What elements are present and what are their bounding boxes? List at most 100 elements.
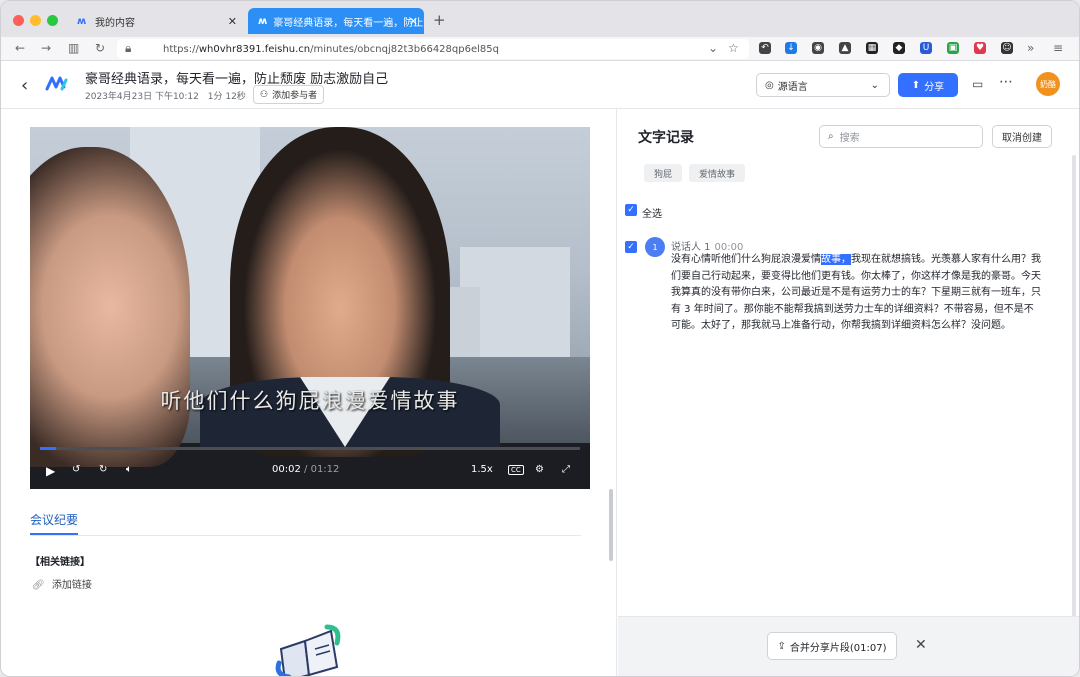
meeting-meta: 2023年4月23日 下午10:12 1分 12秒 xyxy=(85,89,246,102)
browser-tab-my-content[interactable]: ʍ 我的内容 ✕ xyxy=(67,8,243,34)
forward-15-icon[interactable]: ↻ xyxy=(99,464,107,475)
extension-face-icon[interactable]: ☺ xyxy=(1001,42,1013,54)
meeting-date: 2023年4月23日 下午10:12 xyxy=(85,92,199,102)
chevron-down-icon[interactable]: ⌄ xyxy=(708,41,718,55)
video-subtitle: 听他们什么狗屁浪漫爱情故事 xyxy=(160,389,460,413)
lock-icon: 🔒︎ xyxy=(125,41,132,55)
page-title: 豪哥经典语录，每天看一遍，防止颓废 励志激励自己 xyxy=(85,72,389,87)
paragraph-checkbox[interactable]: ✓ xyxy=(625,241,637,253)
merge-share-clips-button[interactable]: ⇪ 合并分享片段(01:07) xyxy=(767,632,897,660)
left-scrollbar[interactable] xyxy=(609,489,613,561)
meeting-duration: 1分 12秒 xyxy=(207,92,246,102)
add-participant-button[interactable]: ⚇ 添加参与者 xyxy=(253,85,325,104)
share-icon: ⬆ xyxy=(911,79,921,91)
language-icon: ◎ xyxy=(765,79,774,91)
extension-grid-icon[interactable]: ▦ xyxy=(866,42,878,54)
navigation-bar: ← → ▥ ↻ https://wh0vhr8391.feishu.cn/min… xyxy=(1,37,1079,61)
captions-icon[interactable]: CC xyxy=(508,465,524,475)
search-placeholder: 搜索 xyxy=(839,133,860,144)
add-participant-label: 添加参与者 xyxy=(272,91,318,101)
feishu-minutes-logo-icon xyxy=(45,76,68,91)
share-button[interactable]: ⬆ 分享 xyxy=(898,73,958,97)
download-icon[interactable]: ↓ xyxy=(785,42,797,54)
browser-window: ʍ 我的内容 ✕ ʍ 豪哥经典语录，每天看一遍，防止颓废 励志激励自己 ✕ + … xyxy=(0,0,1080,677)
url-host: wh0vhr8391.feishu.cn xyxy=(198,43,311,55)
language-select-value: 源语言 xyxy=(777,81,808,93)
select-all-label: 全选 xyxy=(642,209,662,220)
feishu-minutes-icon: ʍ xyxy=(258,16,268,27)
right-scrollbar[interactable] xyxy=(1072,155,1076,617)
transcript-segment: 我现在就想搞钱。光羡慕人家有什么用？我们要自己行动起来，要变得比他们更有钱。你太… xyxy=(671,254,1041,331)
transcript-text[interactable]: 没有心情听他们什么狗屁浪漫爱情故事，我现在就想搞钱。光羡慕人家有什么用？我们要自… xyxy=(671,252,1041,335)
rocket-icon[interactable]: ▲ xyxy=(839,42,851,54)
left-panel: 听他们什么狗屁浪漫爱情故事 ▶ ↺ ↻ 🔈︎ 00:02 / 01:12 1.5… xyxy=(1,109,617,676)
more-extensions-icon[interactable]: » xyxy=(1027,41,1034,55)
zoom-window-button[interactable] xyxy=(47,15,58,26)
tab-bar: ʍ 我的内容 ✕ ʍ 豪哥经典语录，每天看一遍，防止颓废 励志激励自己 ✕ + xyxy=(1,1,1079,37)
rewind-15-icon[interactable]: ↺ xyxy=(72,464,80,475)
sidebar-icon[interactable]: ▥ xyxy=(68,41,79,55)
language-select[interactable]: ◎ 源语言 ⌄ xyxy=(756,73,890,97)
fullscreen-icon[interactable]: ⤢ xyxy=(562,464,570,475)
search-icon: ⌕ xyxy=(828,131,834,142)
notebook-illustration xyxy=(275,624,341,676)
tab-divider xyxy=(30,535,581,536)
transcript-title: 文字记录 xyxy=(638,130,694,146)
user-avatar[interactable]: 奶酪 xyxy=(1036,72,1060,96)
video-progress-fill xyxy=(40,447,57,450)
add-link-button[interactable]: 🔗︎ 添加链接 xyxy=(32,576,92,591)
close-window-button[interactable] xyxy=(13,15,24,26)
share-label: 分享 xyxy=(924,81,945,93)
person-add-icon: ⚇ xyxy=(260,89,269,100)
back-arrow-icon[interactable]: ← xyxy=(15,41,25,55)
tab-label: 豪哥经典语录，每天看一遍，防止颓废 励志激励自己 xyxy=(273,17,424,29)
play-icon[interactable]: ▶ xyxy=(46,464,55,478)
close-tab-icon[interactable]: ✕ xyxy=(409,15,418,28)
tab-meeting-minutes[interactable]: 会议纪要 xyxy=(30,511,78,528)
volume-icon[interactable]: 🔈︎ xyxy=(126,464,132,475)
reload-icon[interactable]: ↻ xyxy=(95,41,105,55)
share-footer: ⇪ 合并分享片段(01:07) ✕ xyxy=(618,616,1079,676)
back-chevron-icon[interactable]: ‹ xyxy=(21,75,28,96)
playback-speed-button[interactable]: 1.5x xyxy=(471,464,493,475)
new-tab-icon[interactable]: + xyxy=(433,11,446,29)
cancel-create-button[interactable]: 取消创建 xyxy=(992,125,1052,148)
close-icon[interactable]: ✕ xyxy=(915,637,927,653)
video-player[interactable]: 听他们什么狗屁浪漫爱情故事 ▶ ↺ ↻ 🔈︎ 00:02 / 01:12 1.5… xyxy=(30,127,590,489)
transcript-panel: 文字记录 ⌕ 搜索 取消创建 狗屁 爱情故事 ✓ 全选 ✓ 1 说话人 1 00:… xyxy=(618,109,1079,676)
settings-gear-icon[interactable]: ⚙ xyxy=(535,464,544,475)
address-bar[interactable]: https://wh0vhr8391.feishu.cn/minutes/obc… xyxy=(117,39,749,59)
merge-share-label: 合并分享片段(01:07) xyxy=(789,642,887,654)
forward-arrow-icon[interactable]: → xyxy=(41,41,51,55)
link-icon: 🔗︎ xyxy=(32,580,45,591)
pocket-icon[interactable]: ♥ xyxy=(974,42,986,54)
keyword-tag[interactable]: 爱情故事 xyxy=(689,164,746,182)
extension-undo-icon[interactable]: ↶ xyxy=(759,42,771,54)
keyword-tag[interactable]: 狗屁 xyxy=(644,164,683,182)
search-input[interactable]: ⌕ 搜索 xyxy=(819,125,983,148)
add-link-label: 添加链接 xyxy=(51,580,92,591)
extension-puzzle-icon[interactable]: ◆ xyxy=(893,42,905,54)
bookmark-star-icon[interactable]: ☆ xyxy=(728,41,739,55)
transcript-segment: 没有心情听他们什么狗屁浪漫爱情 xyxy=(671,254,821,265)
app-header: ‹ 豪哥经典语录，每天看一遍，防止颓废 励志激励自己 2023年4月23日 下午… xyxy=(1,61,1079,109)
browser-tab-active[interactable]: ʍ 豪哥经典语录，每天看一遍，防止颓废 励志激励自己 ✕ xyxy=(248,8,424,34)
extension-u-icon[interactable]: U xyxy=(920,42,932,54)
camera-icon[interactable]: ◉ xyxy=(812,42,824,54)
url-scheme: https:// xyxy=(163,43,199,55)
minimize-window-button[interactable] xyxy=(30,15,41,26)
chevron-down-icon: ⌄ xyxy=(870,79,879,91)
more-options-icon[interactable]: ⋯ xyxy=(999,74,1013,90)
feishu-minutes-icon: ʍ xyxy=(77,16,87,27)
transcript-highlight: 故事， xyxy=(821,254,851,265)
save-icon[interactable]: ▣ xyxy=(947,42,959,54)
picture-in-picture-icon[interactable]: ▭ xyxy=(972,77,983,91)
select-all-checkbox[interactable]: ✓ xyxy=(625,204,637,216)
video-progress-bar[interactable] xyxy=(40,447,580,450)
menu-icon[interactable]: ≡ xyxy=(1053,41,1063,55)
speaker-info: 说话人 1 00:00 xyxy=(671,238,743,253)
tab-label: 我的内容 xyxy=(95,17,135,29)
current-time: 00:02 xyxy=(272,464,301,475)
total-time: 01:12 xyxy=(310,464,340,475)
close-tab-icon[interactable]: ✕ xyxy=(228,15,237,28)
